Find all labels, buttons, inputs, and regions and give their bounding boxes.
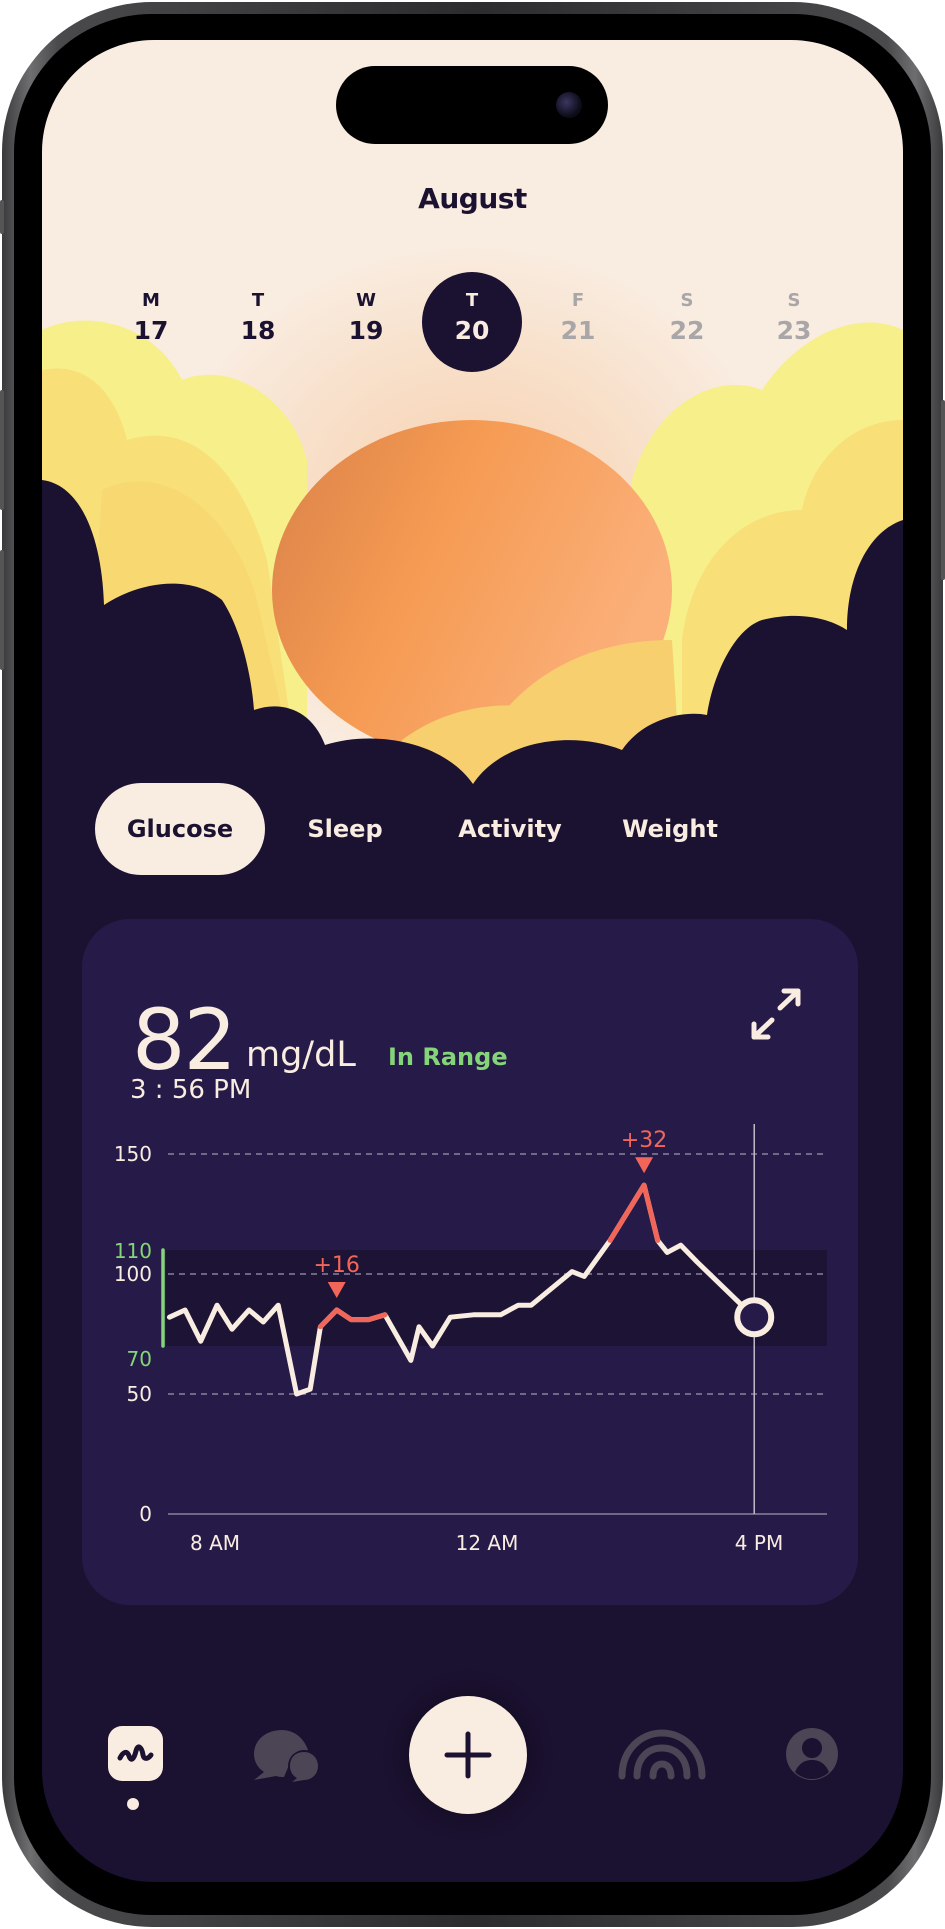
volume-up-button — [0, 390, 4, 510]
rainbow-icon — [618, 1729, 706, 1780]
power-button — [941, 400, 945, 580]
expand-icon — [751, 988, 801, 1040]
day-number: 23 — [776, 316, 812, 345]
reading-time: 3 : 56 PM — [130, 1075, 252, 1105]
action-button — [0, 200, 4, 234]
sunrise-illustration — [42, 320, 903, 800]
dynamic-island — [336, 66, 608, 144]
day-23[interactable]: S 23 — [749, 288, 839, 348]
day-of-week-label: S — [680, 290, 694, 311]
day-number: 17 — [133, 316, 169, 345]
tab-glucose[interactable]: Glucose — [95, 783, 265, 875]
month-title: August — [418, 182, 527, 215]
day-of-week-label: W — [356, 290, 376, 311]
camera-icon — [556, 92, 582, 118]
day-of-week-label: S — [787, 290, 801, 311]
day-18[interactable]: T 18 — [213, 288, 303, 348]
day-17[interactable]: M 17 — [106, 288, 196, 348]
app-screen: August M 17 T 18 W 19 T 20 F 21 S 22 S 23 Glucose Sle… — [42, 40, 903, 1882]
day-number: 18 — [240, 316, 276, 345]
day-22[interactable]: S 22 — [642, 288, 732, 348]
tab-sleep[interactable]: Sleep — [275, 783, 415, 875]
metric-tabs: Glucose Sleep Activity Weight — [95, 783, 895, 875]
day-number: 20 — [454, 316, 490, 345]
day-21[interactable]: F 21 — [533, 288, 623, 348]
nav-rainbow[interactable] — [617, 1728, 707, 1780]
nav-profile[interactable] — [785, 1727, 839, 1781]
tab-activity[interactable]: Activity — [425, 783, 595, 875]
status-badge: In Range — [388, 1043, 508, 1071]
chat-bubbles-icon — [254, 1730, 320, 1782]
tab-weight[interactable]: Weight — [595, 783, 745, 875]
day-number: 21 — [560, 316, 596, 345]
profile-icon — [786, 1728, 838, 1780]
day-19[interactable]: W 19 — [321, 288, 411, 348]
wave-icon — [108, 1726, 163, 1781]
day-of-week-label: M — [142, 290, 160, 311]
plus-icon — [444, 1731, 492, 1779]
day-of-week-label: T — [465, 290, 479, 311]
day-number: 19 — [348, 316, 384, 345]
active-nav-dot — [127, 1798, 139, 1810]
nav-chat[interactable] — [252, 1728, 322, 1782]
day-of-week-label: F — [571, 290, 585, 311]
glucose-unit: mg/dL — [246, 1035, 356, 1075]
day-number: 22 — [669, 316, 705, 345]
volume-down-button — [0, 550, 4, 670]
add-button[interactable] — [409, 1696, 527, 1814]
expand-button[interactable] — [746, 984, 806, 1044]
day-of-week-label: T — [251, 290, 265, 311]
day-20[interactable]: T 20 — [427, 288, 517, 348]
nav-glucose[interactable] — [108, 1726, 163, 1781]
